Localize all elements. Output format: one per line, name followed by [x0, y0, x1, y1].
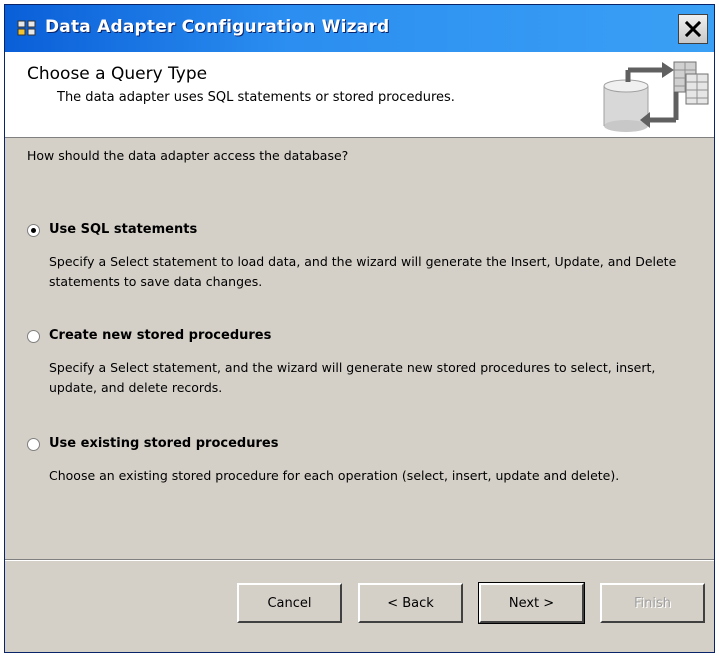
wizard-app-icon: [17, 20, 36, 36]
database-adapter-icon: [603, 61, 709, 132]
radio-create-new-stored-procedures[interactable]: [27, 330, 40, 343]
radio-use-sql-statements[interactable]: [27, 224, 40, 237]
finish-button[interactable]: Finish: [600, 583, 705, 623]
page-title: Choose a Query Type: [27, 64, 208, 84]
cancel-button[interactable]: Cancel: [237, 583, 342, 623]
wizard-window: Data Adapter Configuration Wizard Choose…: [4, 4, 715, 653]
close-button[interactable]: [678, 14, 708, 44]
option-label[interactable]: Use existing stored procedures: [49, 436, 278, 451]
page-subtitle: The data adapter uses SQL statements or …: [57, 90, 455, 105]
option-label[interactable]: Use SQL statements: [49, 222, 197, 237]
wizard-body: How should the data adapter access the d…: [5, 138, 714, 548]
footer-divider: [5, 559, 714, 561]
wizard-header: Choose a Query Type The data adapter use…: [5, 52, 714, 138]
next-button[interactable]: Next >: [478, 582, 585, 624]
option-description: Specify a Select statement, and the wiza…: [49, 360, 656, 395]
option-description: Specify a Select statement to load data,…: [49, 254, 677, 289]
option-description: Choose an existing stored procedure for …: [49, 468, 620, 483]
close-icon: [684, 20, 702, 38]
window-title: Data Adapter Configuration Wizard: [45, 17, 390, 37]
radio-use-existing-stored-procedures[interactable]: [27, 438, 40, 451]
question-text: How should the data adapter access the d…: [27, 148, 349, 163]
title-bar[interactable]: Data Adapter Configuration Wizard: [5, 5, 714, 52]
back-button[interactable]: < Back: [358, 583, 463, 623]
option-label[interactable]: Create new stored procedures: [49, 328, 271, 343]
